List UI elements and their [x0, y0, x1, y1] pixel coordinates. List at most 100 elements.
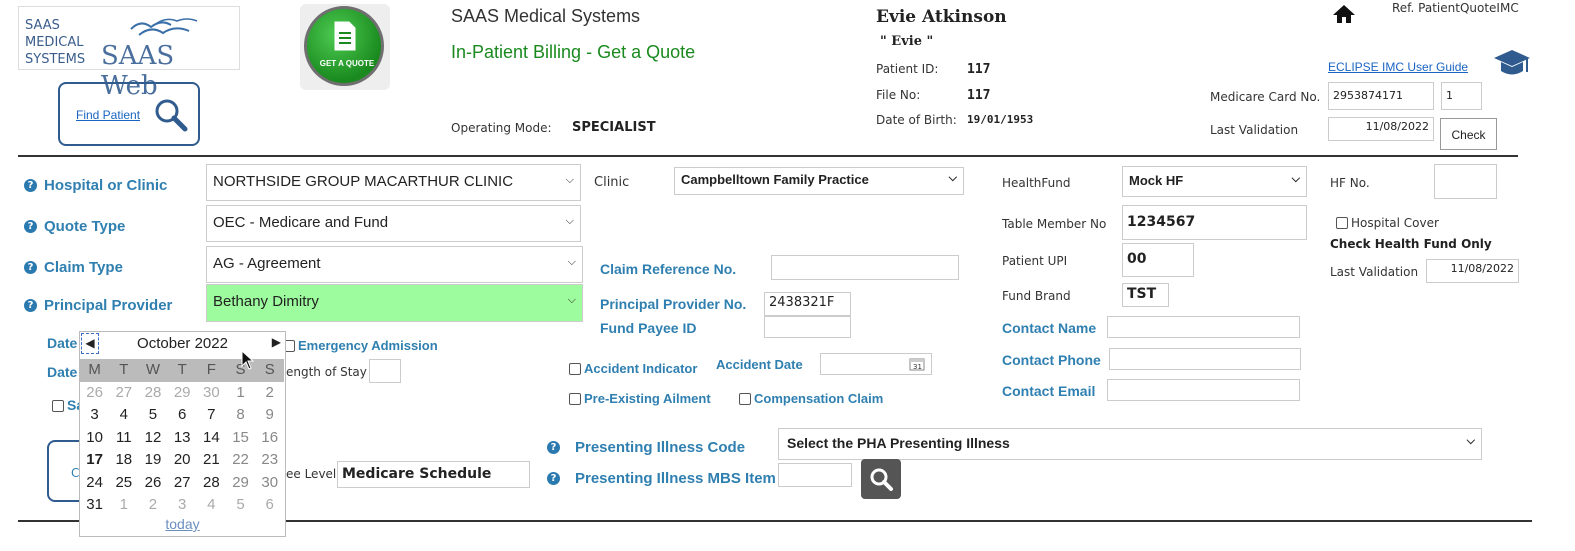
pre-existing-checkbox[interactable] [569, 392, 581, 405]
calendar-day[interactable]: 19 [138, 449, 167, 472]
check-fund-only-label[interactable]: Check Health Fund Only [1330, 237, 1492, 251]
calendar-day[interactable]: 8 [226, 404, 255, 427]
calendar-day[interactable]: 28 [138, 382, 167, 405]
calendar-day[interactable]: 3 [80, 404, 109, 427]
search-icon[interactable] [152, 96, 190, 134]
calendar-day[interactable]: 14 [197, 427, 226, 450]
calendar-day[interactable]: 30 [197, 382, 226, 405]
quote-label: GET A QUOTE [319, 59, 375, 68]
calendar-day[interactable]: 16 [255, 427, 284, 450]
calendar-day[interactable]: 27 [168, 472, 197, 495]
medicare-card-input[interactable]: 2953874171 [1328, 82, 1434, 110]
calendar-day[interactable]: 6 [255, 494, 284, 517]
calendar-day[interactable]: 26 [138, 472, 167, 495]
calendar-day[interactable]: 29 [226, 472, 255, 495]
medicare-irn-input[interactable]: 1 [1441, 82, 1482, 110]
help-icon[interactable]: ? [24, 299, 37, 312]
mbs-search-button[interactable] [861, 459, 901, 499]
provider-select[interactable]: Bethany Dimitry ⌵ [206, 284, 583, 322]
contact-phone-input[interactable] [1109, 348, 1301, 370]
calendar-day[interactable]: 4 [197, 494, 226, 517]
last-validation-input[interactable]: 11/08/2022 [1328, 117, 1434, 141]
calendar-day[interactable]: 1 [226, 382, 255, 405]
contact-name-input[interactable] [1107, 316, 1300, 338]
fund-payee-input[interactable] [764, 316, 851, 338]
presenting-mbs-input[interactable] [778, 463, 852, 487]
provider-no-input[interactable]: 2438321F [764, 292, 851, 316]
length-stay-input[interactable] [369, 359, 401, 383]
calendar-day[interactable]: 31 [80, 494, 109, 517]
calendar-day[interactable]: 1 [109, 494, 138, 517]
help-icon[interactable]: ? [24, 261, 37, 274]
help-icon[interactable]: ? [547, 441, 560, 454]
quote-circle: GET A QUOTE [304, 6, 384, 86]
calendar-day[interactable]: 22 [226, 449, 255, 472]
sa-checkbox[interactable] [52, 399, 64, 412]
calendar-day[interactable]: 3 [168, 494, 197, 517]
calendar-day[interactable]: 13 [168, 427, 197, 450]
calendar-day[interactable]: 24 [80, 472, 109, 495]
calendar-day[interactable]: 2 [255, 382, 284, 405]
calendar-day[interactable]: 11 [109, 427, 138, 450]
calendar-day[interactable]: 27 [109, 382, 138, 405]
calendar-day[interactable]: 10 [80, 427, 109, 450]
calendar-day[interactable]: 30 [255, 472, 284, 495]
calendar-day[interactable]: 5 [138, 404, 167, 427]
fee-level-input[interactable]: Medicare Schedule [337, 461, 530, 488]
provider-value: Bethany Dimitry [213, 293, 319, 310]
weekday-label: S [255, 359, 285, 382]
hospital-select[interactable]: NORTHSIDE GROUP MACARTHUR CLINIC ⌵ [206, 164, 581, 201]
find-patient-box[interactable]: Find Patient [58, 82, 200, 146]
calendar-day[interactable]: 17 [80, 449, 109, 472]
calendar-day[interactable]: 15 [226, 427, 255, 450]
user-guide-link[interactable]: ECLIPSE IMC User Guide [1328, 60, 1468, 74]
calendar-day[interactable]: 18 [109, 449, 138, 472]
calendar-day[interactable]: 23 [255, 449, 284, 472]
presenting-code-select[interactable]: Select the PHA Presenting Illness ⌵ [778, 428, 1482, 460]
graduation-cap-icon[interactable] [1492, 48, 1532, 80]
member-input[interactable]: 1234567 [1122, 205, 1307, 240]
calendar-day[interactable]: 21 [197, 449, 226, 472]
claim-type-select[interactable]: AG - Agreement ⌵ [206, 246, 583, 283]
calendar-day[interactable]: 9 [255, 404, 284, 427]
date-picker[interactable]: ◀ October 2022 ▶ M T W T F S S 26 27 28 29 30 1 2 3 4 5 6… [79, 331, 286, 537]
healthfund-select[interactable]: Mock HF ⌵ [1122, 166, 1307, 197]
quote-type-select[interactable]: OEC - Medicare and Fund ⌵ [206, 205, 581, 242]
clinic-select[interactable]: Campbelltown Family Practice ⌵ [674, 167, 964, 195]
check-button[interactable]: Check [1440, 118, 1497, 150]
calendar-day[interactable]: 28 [197, 472, 226, 495]
weekday-label: T [167, 359, 197, 382]
hospital-cover-checkbox[interactable] [1336, 216, 1348, 229]
find-patient-link[interactable]: Find Patient [76, 108, 140, 122]
calendar-icon[interactable]: 31 [909, 357, 925, 371]
calendar-day[interactable]: 25 [109, 472, 138, 495]
fund-brand-input[interactable]: TST [1122, 283, 1169, 307]
next-month-icon[interactable]: ▶ [272, 335, 281, 349]
calendar-day[interactable]: 5 [226, 494, 255, 517]
calendar-day[interactable]: 6 [168, 404, 197, 427]
compensation-checkbox[interactable] [739, 392, 751, 405]
calendar-day[interactable]: 26 [80, 382, 109, 405]
get-quote-button[interactable]: GET A QUOTE [300, 4, 390, 90]
help-icon[interactable]: ? [24, 220, 37, 233]
accident-indicator-checkbox[interactable] [569, 362, 581, 375]
upi-input[interactable]: 00 [1122, 243, 1194, 277]
fund-last-validation-input[interactable]: 11/08/2022 [1426, 259, 1519, 283]
calendar-week-row: 26 27 28 29 30 1 2 [80, 382, 285, 405]
calendar-day[interactable]: 12 [138, 427, 167, 450]
hf-no-input[interactable] [1434, 164, 1497, 199]
help-icon[interactable]: ? [547, 472, 560, 485]
help-icon[interactable]: ? [24, 179, 37, 192]
contact-email-input[interactable] [1107, 379, 1300, 401]
calendar-day[interactable]: 29 [168, 382, 197, 405]
calendar-day[interactable]: 20 [168, 449, 197, 472]
date-label-2: Date [47, 364, 78, 380]
calendar-day[interactable]: 7 [197, 404, 226, 427]
accident-date-input[interactable]: 31 [820, 353, 932, 375]
calendar-day[interactable]: 2 [138, 494, 167, 517]
claim-ref-input[interactable] [771, 255, 959, 280]
hospital-label: Hospital or Clinic [44, 177, 168, 194]
calendar-day[interactable]: 4 [109, 404, 138, 427]
home-icon[interactable] [1332, 4, 1356, 24]
today-link[interactable]: today [80, 516, 285, 532]
